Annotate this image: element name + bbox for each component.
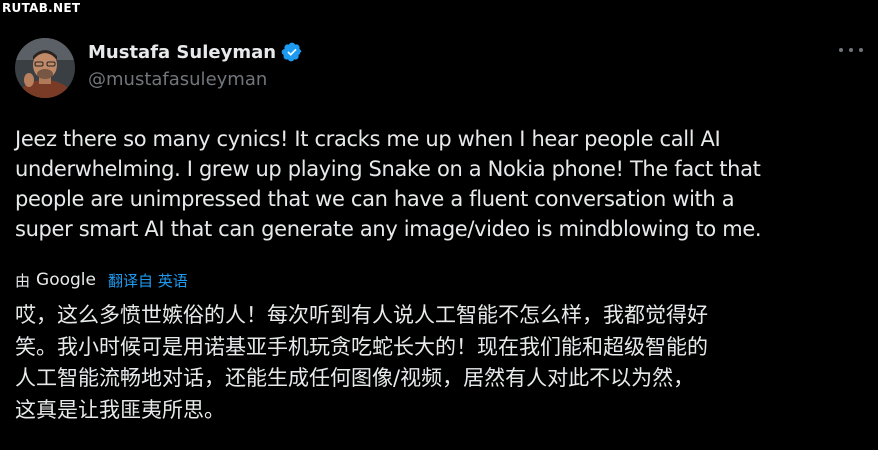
more-horizontal-icon [859, 48, 863, 52]
more-horizontal-icon [849, 48, 853, 52]
more-options-button[interactable] [839, 40, 863, 60]
translation-attribution: 由 Google 翻译自 英语 [15, 268, 188, 292]
translated-by-label: 由 [15, 271, 31, 290]
translated-text-line: 哎，这么多愤世嫉俗的人！每次听到有人说人工智能不怎么样，我都觉得好 [15, 303, 708, 327]
translated-text-line: 笑。我小时候可是用诺基亚手机玩贪吃蛇长大的！现在我们能和超级智能的 [15, 334, 708, 359]
translated-text: 哎，这么多愤世嫉俗的人！每次听到有人说人工智能不怎么样，我都觉得好 笑。我小时候… [15, 300, 875, 426]
more-horizontal-icon [839, 48, 843, 52]
translated-text-line: 这真是让我匪夷所思。 [15, 397, 225, 422]
tweet-text-line: super smart AI that can generate any ima… [15, 217, 762, 241]
avatar[interactable] [15, 38, 75, 98]
tweet-text-line: Jeez there so many cynics! It cracks me … [15, 127, 721, 151]
google-logo: Google [36, 270, 96, 290]
verified-badge-icon [281, 41, 303, 63]
tweet-text-line: people are unimpressed that we can have … [15, 187, 735, 211]
author-name-row: Mustafa Suleyman [88, 40, 303, 64]
tweet-text-line: underwhelming. I grew up playing Snake o… [15, 157, 761, 181]
watermark: RUTAB.NET [2, 1, 81, 15]
avatar-image [15, 38, 75, 98]
author-display-name[interactable]: Mustafa Suleyman [88, 42, 276, 63]
author-handle[interactable]: @mustafasuleyman [88, 69, 267, 90]
tweet-text: Jeez there so many cynics! It cracks me … [15, 124, 865, 244]
translated-text-line: 人工智能流畅地对话，还能生成任何图像/视频，居然有人对此不以为然， [15, 366, 695, 390]
translated-from-link[interactable]: 翻译自 英语 [108, 270, 188, 291]
